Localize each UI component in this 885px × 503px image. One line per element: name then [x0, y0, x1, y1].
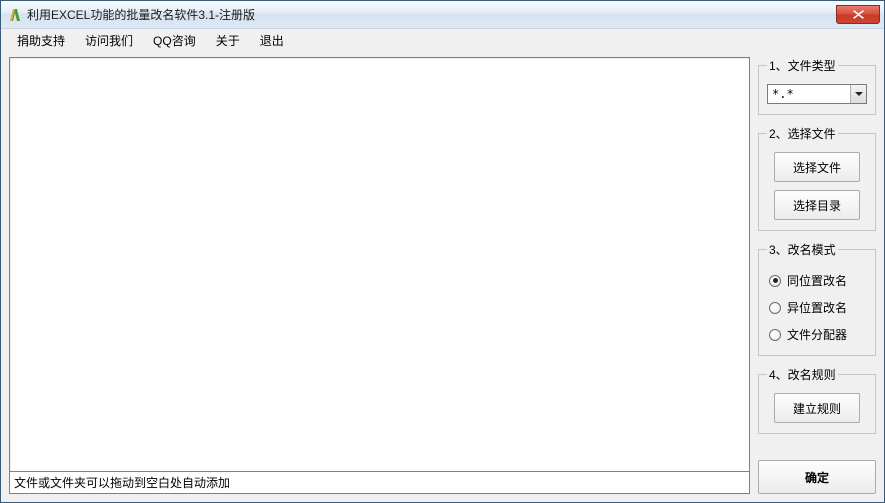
- menu-exit[interactable]: 退出: [250, 30, 294, 51]
- right-panel: 1、文件类型 *.* 2、选择文件 选择文件 选择目录 3、改名模式 同位置改名: [758, 57, 876, 494]
- mode-dispatch-label: 文件分配器: [787, 326, 847, 343]
- menu-about[interactable]: 关于: [206, 30, 250, 51]
- select-dir-button[interactable]: 选择目录: [774, 190, 860, 220]
- chevron-down-icon: [850, 85, 866, 103]
- radio-icon: [769, 275, 781, 287]
- menubar: 捐助支持 访问我们 QQ咨询 关于 退出: [1, 29, 884, 51]
- mode-diff-label: 异位置改名: [787, 299, 847, 316]
- radio-icon: [769, 329, 781, 341]
- group-filetype-legend: 1、文件类型: [767, 57, 838, 74]
- filetype-combo[interactable]: *.*: [767, 84, 867, 104]
- mode-diff-radio[interactable]: 异位置改名: [769, 299, 867, 316]
- mode-same-label: 同位置改名: [787, 272, 847, 289]
- client-area: 文件或文件夹可以拖动到空白处自动添加 1、文件类型 *.* 2、选择文件 选择文…: [1, 51, 884, 502]
- group-select: 2、选择文件 选择文件 选择目录: [758, 125, 876, 231]
- filetype-value: *.*: [768, 87, 850, 101]
- drop-hint: 文件或文件夹可以拖动到空白处自动添加: [9, 472, 750, 494]
- group-select-legend: 2、选择文件: [767, 125, 838, 142]
- select-file-button[interactable]: 选择文件: [774, 152, 860, 182]
- close-button[interactable]: [836, 5, 880, 24]
- left-column: 文件或文件夹可以拖动到空白处自动添加: [9, 57, 750, 494]
- group-rule-legend: 4、改名规则: [767, 366, 838, 383]
- mode-same-radio[interactable]: 同位置改名: [769, 272, 867, 289]
- radio-icon: [769, 302, 781, 314]
- app-icon: [7, 7, 23, 23]
- group-filetype: 1、文件类型 *.*: [758, 57, 876, 115]
- ok-button[interactable]: 确定: [758, 460, 876, 494]
- close-icon: [853, 10, 864, 19]
- window-buttons: [836, 6, 882, 24]
- mode-dispatch-radio[interactable]: 文件分配器: [769, 326, 867, 343]
- group-mode: 3、改名模式 同位置改名 异位置改名 文件分配器: [758, 241, 876, 356]
- group-rule: 4、改名规则 建立规则: [758, 366, 876, 434]
- ok-wrap: 确定: [758, 458, 876, 494]
- app-window: 利用EXCEL功能的批量改名软件3.1-注册版 捐助支持 访问我们 QQ咨询 关…: [0, 0, 885, 503]
- build-rule-button[interactable]: 建立规则: [774, 393, 860, 423]
- menu-qq[interactable]: QQ咨询: [143, 30, 206, 51]
- group-mode-legend: 3、改名模式: [767, 241, 838, 258]
- file-listbox[interactable]: [9, 57, 750, 472]
- titlebar: 利用EXCEL功能的批量改名软件3.1-注册版: [1, 1, 884, 29]
- menu-donate[interactable]: 捐助支持: [7, 30, 75, 51]
- window-title: 利用EXCEL功能的批量改名软件3.1-注册版: [27, 6, 836, 23]
- menu-visit[interactable]: 访问我们: [75, 30, 143, 51]
